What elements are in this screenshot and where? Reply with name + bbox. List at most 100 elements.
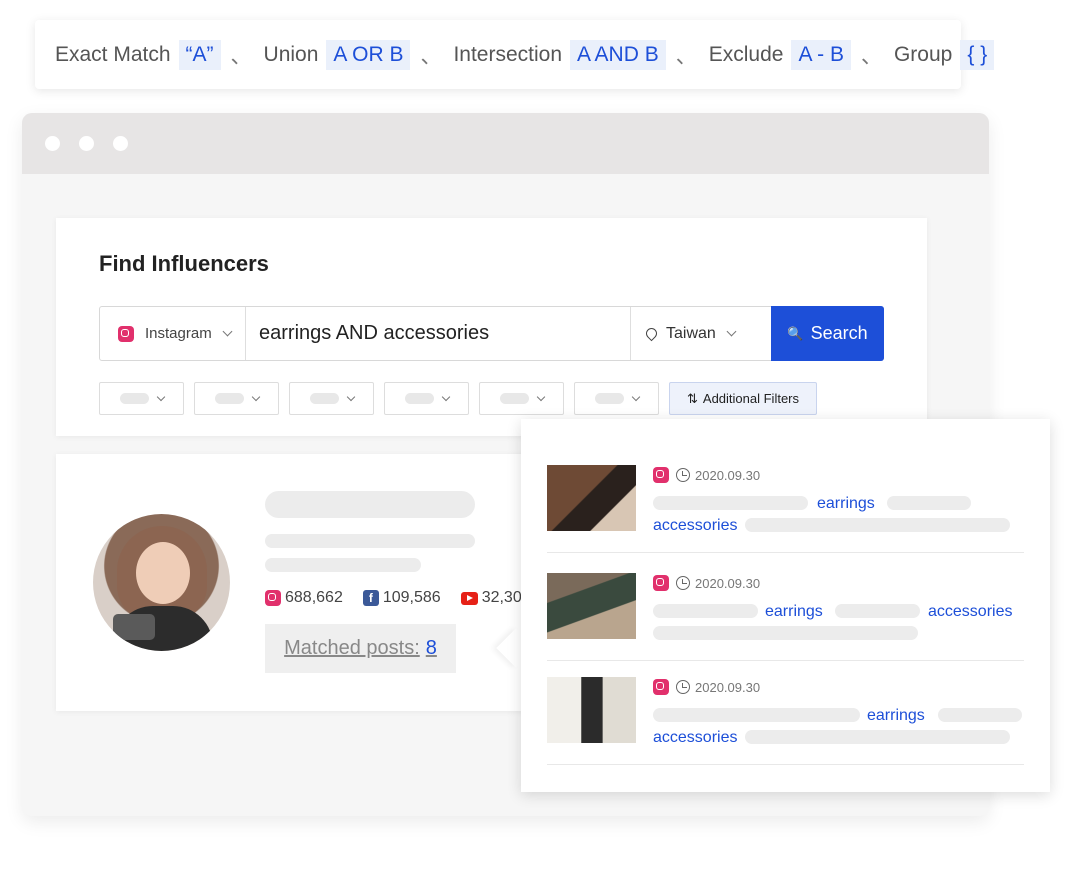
region-select[interactable]: Taiwan xyxy=(630,307,771,360)
clock-icon xyxy=(676,680,690,694)
page-title: Find Influencers xyxy=(99,251,269,276)
post-date: 2020.09.30 xyxy=(695,679,761,695)
filter-placeholder xyxy=(214,393,244,404)
instagram-followers: 688,662 xyxy=(285,589,343,606)
name-placeholder xyxy=(265,491,475,518)
text-placeholder xyxy=(653,626,918,640)
chevron-down-icon xyxy=(631,392,640,401)
keyword-search-input[interactable] xyxy=(246,307,630,360)
text-placeholder xyxy=(745,730,1010,744)
chevron-down-icon xyxy=(726,326,737,337)
chevron-down-icon xyxy=(251,392,260,401)
influencer-card[interactable]: 688,662 f 109,586 32,30 Matched posts: 8 xyxy=(56,454,526,711)
keyword-highlight: accessories xyxy=(653,517,738,534)
filter-placeholder xyxy=(404,393,434,404)
keyword-highlight: earrings xyxy=(867,707,925,724)
matched-post-item[interactable]: 2020.09.30 earrings accessories xyxy=(547,657,1024,765)
legend-code-exclude: A - B xyxy=(791,39,851,70)
legend-label-exclude: Exclude xyxy=(708,42,784,66)
facebook-followers: 109,586 xyxy=(382,589,441,606)
search-bar: Instagram Taiwan 🔍 Search xyxy=(99,306,884,361)
filter-dropdown[interactable] xyxy=(479,382,564,415)
chevron-down-icon xyxy=(536,392,545,401)
instagram-icon xyxy=(653,679,669,695)
search-panel: Find Influencers Instagram Taiwan 🔍 Sear… xyxy=(56,218,927,436)
post-thumbnail[interactable] xyxy=(547,573,636,639)
search-icon: 🔍 xyxy=(787,325,804,341)
matched-post-item[interactable]: 2020.09.30 earrings accessories xyxy=(547,445,1024,553)
instagram-icon xyxy=(653,575,669,591)
post-thumbnail[interactable] xyxy=(547,465,636,531)
matched-post-item[interactable]: 2020.09.30 earrings accessories xyxy=(547,553,1024,661)
instagram-icon xyxy=(653,467,669,483)
legend-label-group: Group xyxy=(893,42,953,66)
filter-placeholder xyxy=(119,393,149,404)
text-placeholder xyxy=(887,496,971,510)
facebook-stat: f 109,586 xyxy=(362,589,441,607)
chevron-down-icon xyxy=(346,392,355,401)
filter-placeholder xyxy=(594,393,624,404)
browser-titlebar xyxy=(22,113,989,174)
legend-separator: 、 xyxy=(420,44,442,68)
matched-posts-label: Matched posts: xyxy=(284,637,420,659)
text-placeholder xyxy=(835,604,920,618)
clock-icon xyxy=(676,576,690,590)
filter-dropdown[interactable] xyxy=(289,382,374,415)
youtube-icon xyxy=(460,591,478,605)
clock-icon xyxy=(676,468,690,482)
chevron-down-icon xyxy=(222,326,233,337)
search-button[interactable]: 🔍 Search xyxy=(771,306,884,361)
legend-label-intersection: Intersection xyxy=(453,42,563,66)
text-placeholder xyxy=(653,604,758,618)
filter-dropdown[interactable] xyxy=(384,382,469,415)
text-placeholder xyxy=(653,708,860,722)
text-placeholder xyxy=(265,534,475,548)
follower-stats: 688,662 f 109,586 32,30 xyxy=(265,589,542,607)
filter-dropdown[interactable] xyxy=(194,382,279,415)
facebook-icon: f xyxy=(362,590,379,606)
instagram-icon xyxy=(265,590,281,606)
avatar-face xyxy=(136,542,190,604)
window-control-dot[interactable] xyxy=(79,136,94,151)
matched-posts-link[interactable]: Matched posts: 8 xyxy=(265,624,456,673)
post-date: 2020.09.30 xyxy=(695,467,761,483)
legend-code-union: A OR B xyxy=(326,39,411,70)
window-control-dot[interactable] xyxy=(113,136,128,151)
filter-row: ⇅ Additional Filters xyxy=(99,382,818,415)
platform-select[interactable]: Instagram xyxy=(100,307,246,360)
filter-dropdown[interactable] xyxy=(574,382,659,415)
search-syntax-legend: Exact Match “A” 、 Union A OR B 、 Interse… xyxy=(35,20,995,89)
legend-code-group: { } xyxy=(960,39,995,70)
legend-label-exact-match: Exact Match xyxy=(55,42,171,66)
text-placeholder xyxy=(938,708,1022,722)
additional-filters-label: Additional Filters xyxy=(702,391,800,406)
avatar xyxy=(93,514,230,651)
keyword-highlight: accessories xyxy=(928,603,1013,620)
youtube-followers: 32,30 xyxy=(481,589,522,606)
search-button-label: Search xyxy=(810,323,868,343)
text-placeholder xyxy=(265,558,421,572)
chevron-down-icon xyxy=(156,392,165,401)
filter-placeholder xyxy=(499,393,529,404)
matched-posts-count: 8 xyxy=(425,637,437,659)
filter-dropdown[interactable] xyxy=(99,382,184,415)
instagram-stat: 688,662 xyxy=(265,589,343,607)
chevron-down-icon xyxy=(441,392,450,401)
youtube-stat: 32,30 xyxy=(460,589,522,607)
additional-filters-button[interactable]: ⇅ Additional Filters xyxy=(669,382,818,415)
window-control-dot[interactable] xyxy=(45,136,60,151)
text-placeholder xyxy=(745,518,1010,532)
post-thumbnail[interactable] xyxy=(547,677,636,743)
legend-code-intersection: A AND B xyxy=(570,39,666,70)
instagram-icon xyxy=(118,325,134,342)
legend-separator: 、 xyxy=(860,44,882,68)
legend-label-union: Union xyxy=(263,42,319,66)
keyword-highlight: accessories xyxy=(653,729,738,746)
sliders-icon: ⇅ xyxy=(687,390,698,406)
text-placeholder xyxy=(653,496,808,510)
legend-code-exact-match: “A” xyxy=(178,39,221,70)
post-meta: 2020.09.30 xyxy=(653,575,760,591)
filter-placeholder xyxy=(309,393,339,404)
post-meta: 2020.09.30 xyxy=(653,467,760,483)
legend-separator: 、 xyxy=(675,44,697,68)
